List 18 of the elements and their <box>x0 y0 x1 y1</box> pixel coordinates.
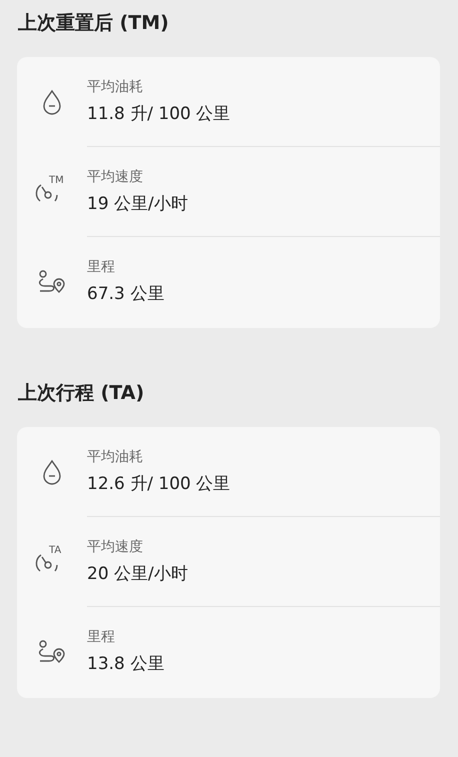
stat-value: 12.6 升/ 100 公里 <box>87 473 230 495</box>
stat-label: 平均速度 <box>87 168 143 186</box>
route-icon <box>37 268 67 294</box>
section-title: 上次行程 (TA) <box>18 381 144 406</box>
stat-label: 里程 <box>87 258 115 276</box>
droplet-icon <box>42 458 62 484</box>
stat-label: 平均油耗 <box>87 448 143 466</box>
stat-value: 19 公里/小时 <box>87 193 188 215</box>
stat-value: 11.8 升/ 100 公里 <box>87 103 230 125</box>
stat-label: 平均速度 <box>87 538 143 556</box>
route-icon <box>37 638 67 664</box>
droplet-icon <box>42 88 62 114</box>
stat-value: 20 公里/小时 <box>87 563 188 585</box>
section-title: 上次重置后 (TM) <box>18 11 169 36</box>
stat-value: 67.3 公里 <box>87 283 164 305</box>
stat-value: 13.8 公里 <box>87 653 164 675</box>
stat-label: 里程 <box>87 628 115 646</box>
stat-label: 平均油耗 <box>87 78 143 96</box>
